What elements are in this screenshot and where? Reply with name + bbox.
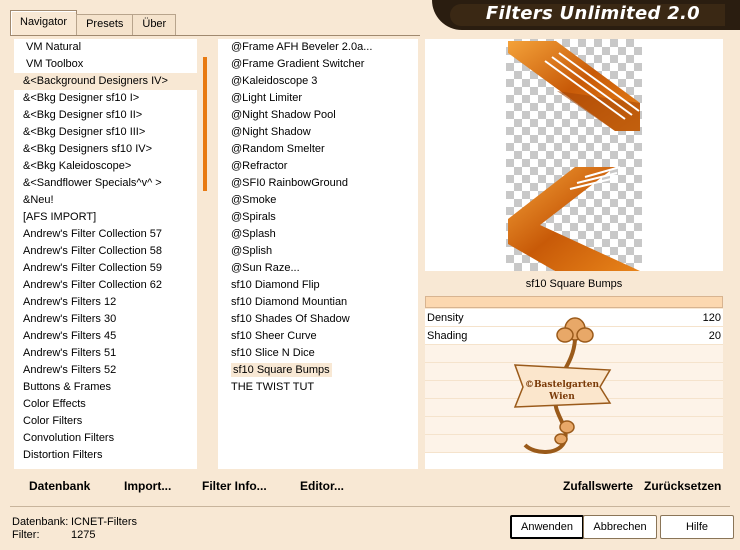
filter-item[interactable]: @Light Limiter: [218, 90, 418, 107]
category-item[interactable]: Andrew's Filter Collection 59: [14, 260, 214, 277]
tab-presets[interactable]: Presets: [76, 14, 134, 36]
category-item[interactable]: Color Filters: [14, 413, 214, 430]
category-scroll-thumb[interactable]: [203, 57, 207, 191]
category-item[interactable]: Andrew's Filters 52: [14, 362, 214, 379]
category-list[interactable]: VM Natural VM Toolbox &<Background Designe…: [14, 39, 214, 469]
filter-item[interactable]: @Frame Gradient Switcher: [218, 56, 418, 73]
category-item[interactable]: Andrew's Filter Collection 62: [14, 277, 214, 294]
category-item[interactable]: Andrew's Filters 12: [14, 294, 214, 311]
apply-button[interactable]: Anwenden: [510, 515, 584, 539]
filter-count-value: 1275: [71, 529, 96, 541]
database-button[interactable]: Datenbank: [29, 479, 90, 493]
tab-bar: Navigator Presets Über: [10, 10, 177, 36]
filter-list[interactable]: @Frame AFH Beveler 2.0a... @Frame Gradien…: [218, 39, 418, 469]
category-item[interactable]: Convolution Filters: [14, 430, 214, 447]
filter-item[interactable]: @Night Shadow: [218, 124, 418, 141]
param-value: 120: [702, 312, 721, 324]
filter-item[interactable]: @Splish: [218, 243, 418, 260]
tab-navigator[interactable]: Navigator: [10, 10, 78, 36]
category-item[interactable]: VM Toolbox: [14, 56, 214, 73]
status-separator: [10, 506, 730, 507]
import-button[interactable]: Import...: [124, 479, 171, 493]
filter-item[interactable]: @SFI0 RainbowGround: [218, 175, 418, 192]
filters-unlimited-window: Filters Unlimited 2.0 Navigator Presets …: [0, 0, 740, 550]
filter-item[interactable]: sf10 Sheer Curve: [218, 328, 418, 345]
tab-divider: [10, 35, 420, 36]
category-item[interactable]: [AFS IMPORT]: [14, 209, 214, 226]
filter-item[interactable]: @Splash: [218, 226, 418, 243]
filter-item[interactable]: @Random Smelter: [218, 141, 418, 158]
filter-item[interactable]: @Frame AFH Beveler 2.0a...: [218, 39, 418, 56]
editor-button[interactable]: Editor...: [300, 479, 344, 493]
category-item[interactable]: Distortion Filters: [14, 447, 214, 464]
category-item[interactable]: Color Effects: [14, 396, 214, 413]
param-value: 20: [708, 330, 721, 342]
filter-item[interactable]: @Spirals: [218, 209, 418, 226]
reset-button[interactable]: Zurücksetzen: [644, 479, 721, 493]
filter-info-button[interactable]: Filter Info...: [202, 479, 267, 493]
category-item[interactable]: &Neu!: [14, 192, 214, 209]
category-item[interactable]: &<Bkg Designers sf10 IV>: [14, 141, 214, 158]
filter-item-highlight: sf10 Square Bumps: [231, 363, 332, 377]
database-value: ICNET-Filters: [71, 516, 137, 528]
category-item[interactable]: &<Bkg Designer sf10 I>: [14, 90, 214, 107]
database-label: Datenbank:: [12, 516, 69, 528]
parameter-panel: Density 120 Shading 20 ©Bastelgarten Wie…: [425, 309, 723, 469]
category-item[interactable]: Andrew's Filters 51: [14, 345, 214, 362]
filter-item[interactable]: @Refractor: [218, 158, 418, 175]
filter-count-label: Filter:: [12, 529, 40, 541]
filter-item[interactable]: @Smoke: [218, 192, 418, 209]
filter-item[interactable]: @Night Shadow Pool: [218, 107, 418, 124]
param-label: Shading: [427, 330, 468, 342]
watermark-logo: ©Bastelgarten Wien: [513, 317, 612, 454]
filter-item[interactable]: sf10 Diamond Mountian: [218, 294, 418, 311]
selected-filter-name: sf10 Square Bumps: [425, 272, 723, 296]
category-item[interactable]: Andrew's Filters 30: [14, 311, 214, 328]
category-item[interactable]: &<Bkg Kaleidoscope>: [14, 158, 214, 175]
filter-item[interactable]: sf10 Slice N Dice: [218, 345, 418, 362]
category-item[interactable]: &<Bkg Designer sf10 III>: [14, 124, 214, 141]
random-values-button[interactable]: Zufallswerte: [563, 479, 633, 493]
category-item[interactable]: Andrew's Filter Collection 58: [14, 243, 214, 260]
filter-item[interactable]: sf10 Square Bumps: [218, 362, 418, 379]
progress-bar: [425, 296, 723, 308]
category-item[interactable]: Buttons & Frames: [14, 379, 214, 396]
param-label: Density: [427, 312, 464, 324]
category-item[interactable]: Andrew's Filter Collection 57: [14, 226, 214, 243]
cancel-button[interactable]: Abbrechen: [583, 515, 657, 539]
preview-pane: [425, 39, 723, 271]
filter-item[interactable]: sf10 Diamond Flip: [218, 277, 418, 294]
category-item[interactable]: &<Background Designers IV>: [14, 73, 214, 90]
watermark-line1: ©Bastelgarten: [525, 380, 600, 390]
watermark-line2: Wien: [548, 392, 575, 402]
category-item[interactable]: Andrew's Filters 45: [14, 328, 214, 345]
filter-item[interactable]: @Kaleidoscope 3: [218, 73, 418, 90]
filter-item[interactable]: THE TWIST TUT: [218, 379, 418, 396]
filter-item[interactable]: sf10 Shades Of Shadow: [218, 311, 418, 328]
category-item[interactable]: &<Sandflower Specials^v^ >: [14, 175, 214, 192]
category-item[interactable]: &<Bkg Designer sf10 II>: [14, 107, 214, 124]
category-item[interactable]: VM Natural: [14, 39, 214, 56]
help-button[interactable]: Hilfe: [660, 515, 734, 539]
filter-item[interactable]: @Sun Raze...: [218, 260, 418, 277]
tab-uber[interactable]: Über: [132, 14, 177, 36]
preview-image: [508, 41, 640, 271]
window-title: Filters Unlimited 2.0: [485, 3, 700, 24]
